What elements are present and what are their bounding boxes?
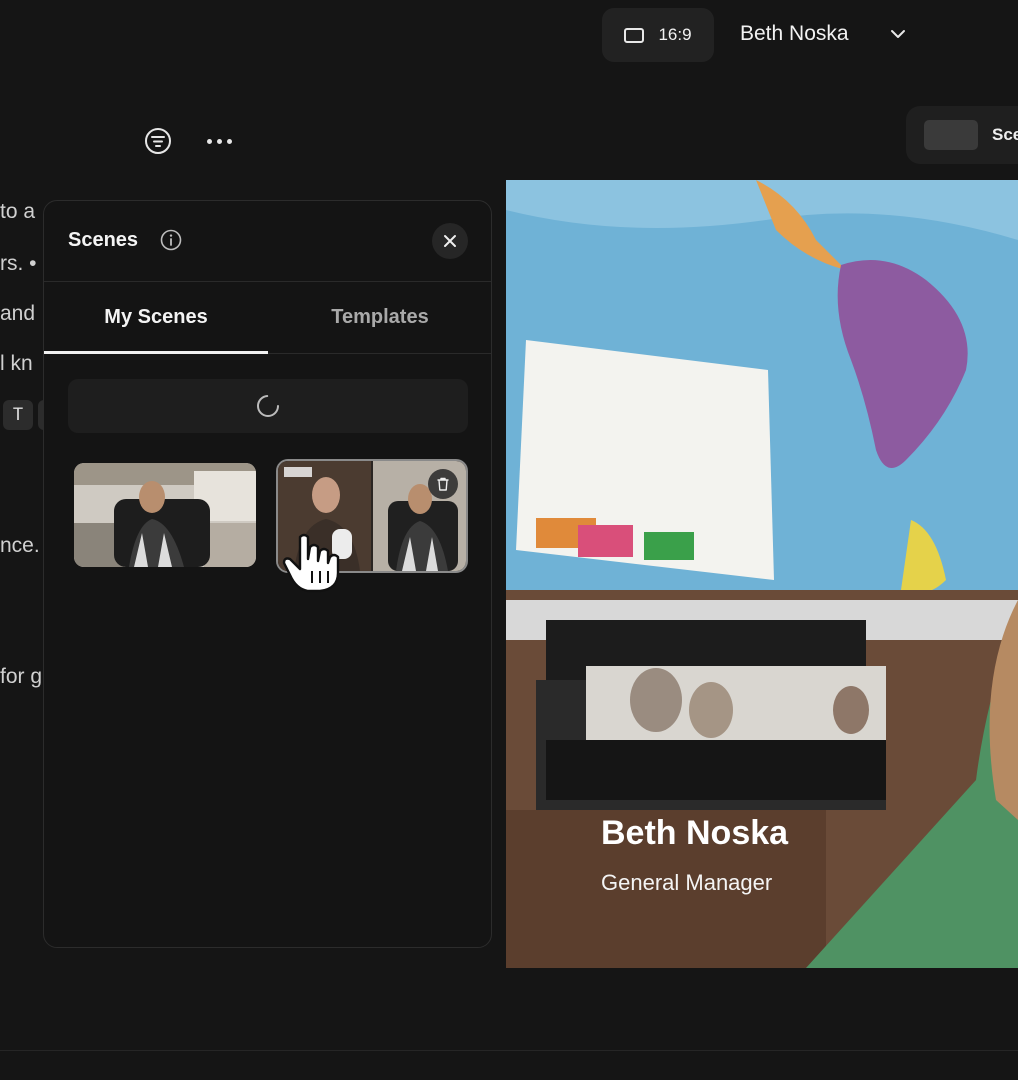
aspect-ratio-icon [624, 27, 645, 43]
editor-text-line: rs. • [0, 252, 37, 275]
text-tool-chip[interactable]: T [3, 400, 33, 430]
loading-row [68, 379, 468, 433]
editor-text-line: for g [0, 665, 43, 688]
editor-text-line: to a [0, 200, 36, 223]
dot [216, 138, 222, 144]
filter-icon[interactable] [144, 127, 172, 155]
scenes-panel: Scenes My Scenes Templates [43, 200, 492, 948]
close-icon [444, 235, 456, 247]
chevron-down-icon[interactable] [888, 24, 908, 44]
dot [226, 138, 232, 144]
editor-text-line: l kn [0, 352, 33, 375]
info-icon[interactable] [160, 229, 182, 251]
hand-cursor-icon [282, 533, 340, 593]
lower-third-role: General Manager [601, 870, 773, 895]
scene-preview-image [74, 463, 256, 567]
panel-header: Scenes [44, 201, 491, 282]
dot [206, 138, 212, 144]
scenes-tabs: My Scenes Templates [44, 281, 491, 354]
delete-scene-button[interactable] [428, 469, 458, 499]
editor-text-line: and [0, 302, 36, 325]
close-button[interactable] [432, 223, 468, 259]
tab-templates[interactable]: Templates [268, 281, 491, 353]
bottom-divider [0, 1050, 1018, 1051]
lower-third-name: Beth Noska [601, 814, 789, 852]
trash-icon [437, 477, 449, 491]
aspect-ratio-label: 16:9 [658, 25, 692, 44]
panel-title: Scenes [68, 229, 139, 251]
scene-selector-button[interactable]: Sce [906, 106, 1018, 164]
more-options-button[interactable] [204, 127, 234, 155]
tab-my-scenes[interactable]: My Scenes [44, 281, 268, 354]
text-tool-label: T [12, 405, 24, 425]
editor-text-line: nce. [0, 534, 40, 557]
scene-selector-label: Sce [992, 125, 1018, 144]
loading-spinner-icon [257, 395, 279, 417]
aspect-ratio-button[interactable]: 16:9 [602, 8, 714, 62]
user-name[interactable]: Beth Noska [740, 22, 849, 46]
scene-thumbnail[interactable] [74, 463, 256, 567]
video-preview[interactable]: Beth Noska General Manager [506, 180, 1018, 968]
scene-selector-thumbnail [924, 120, 978, 150]
